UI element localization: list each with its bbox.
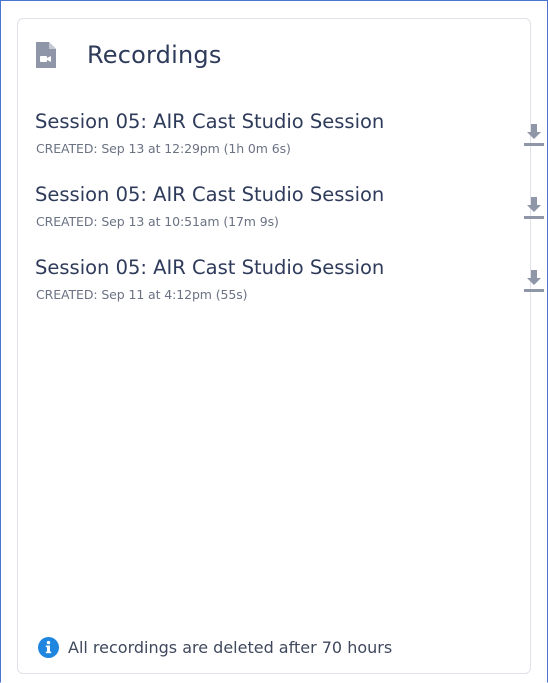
recording-created: CREATED: Sep 13 at 12:29pm (1h 0m 6s) bbox=[36, 141, 291, 156]
file-video-icon bbox=[36, 42, 56, 68]
list-item: Session 05: AIR Cast Studio Session CREA… bbox=[35, 183, 544, 256]
recording-title: Session 05: AIR Cast Studio Session bbox=[35, 256, 385, 279]
page-title: Recordings bbox=[87, 41, 222, 69]
retention-notice: All recordings are deleted after 70 hour… bbox=[38, 637, 392, 658]
recordings-list: Session 05: AIR Cast Studio Session CREA… bbox=[35, 110, 544, 329]
recording-created: CREATED: Sep 11 at 4:12pm (55s) bbox=[36, 287, 248, 302]
retention-text: All recordings are deleted after 70 hour… bbox=[68, 638, 393, 657]
recording-title: Session 05: AIR Cast Studio Session bbox=[35, 110, 385, 133]
list-item: Session 05: AIR Cast Studio Session CREA… bbox=[35, 256, 544, 329]
recordings-panel: Recordings Session 05: AIR Cast Studio S… bbox=[17, 18, 544, 674]
download-icon[interactable] bbox=[524, 269, 544, 293]
info-icon bbox=[38, 637, 59, 658]
download-icon[interactable] bbox=[524, 123, 544, 147]
panel-header: Recordings bbox=[36, 41, 222, 69]
download-icon[interactable] bbox=[524, 196, 544, 220]
recording-created: CREATED: Sep 13 at 10:51am (17m 9s) bbox=[36, 214, 279, 229]
list-item: Session 05: AIR Cast Studio Session CREA… bbox=[35, 110, 544, 183]
window-frame: Recordings Session 05: AIR Cast Studio S… bbox=[0, 0, 548, 683]
recording-title: Session 05: AIR Cast Studio Session bbox=[35, 183, 385, 206]
